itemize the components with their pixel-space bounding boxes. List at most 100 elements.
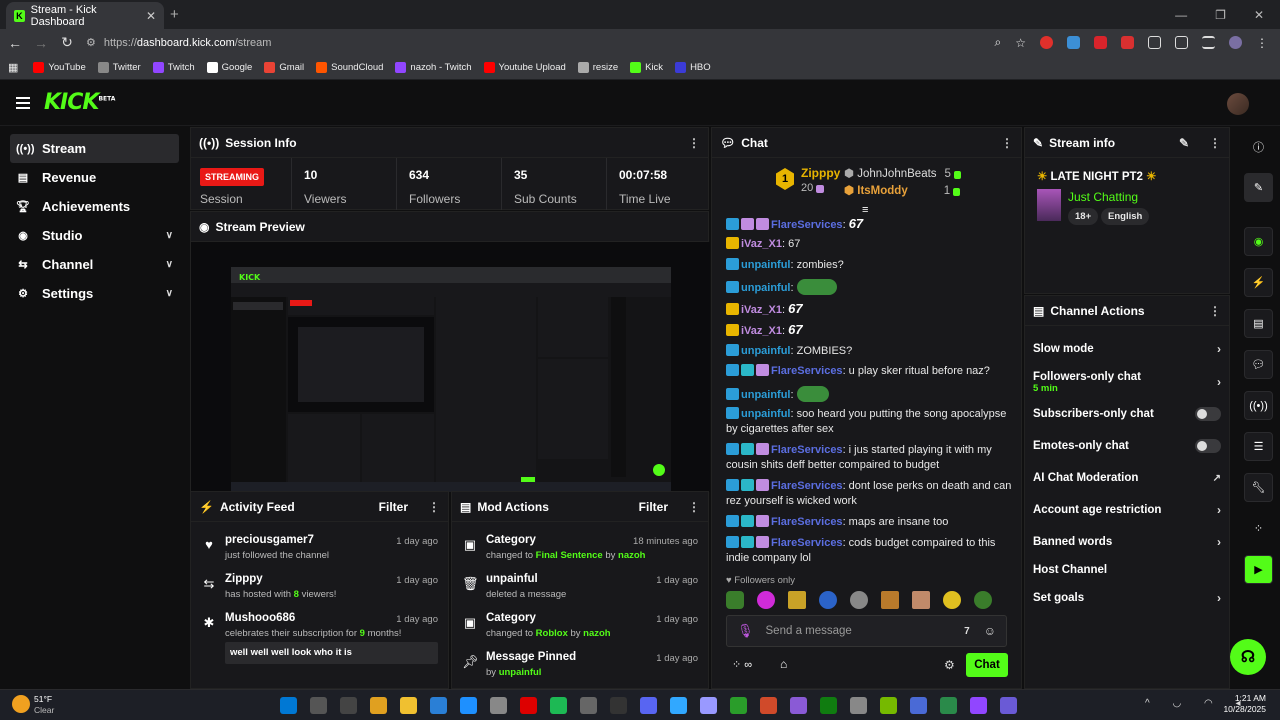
clip-icon[interactable]: ▶ bbox=[1244, 555, 1273, 584]
activity-user[interactable]: preciousgamer7 bbox=[225, 534, 314, 546]
more-options-icon[interactable]: ⋮ bbox=[1209, 304, 1221, 318]
mod-action-category[interactable]: Final Sentence bbox=[536, 550, 603, 561]
info-icon[interactable]: ⓘ bbox=[1244, 132, 1273, 161]
profile-avatar[interactable] bbox=[1229, 36, 1242, 49]
emoji-icon[interactable]: ☺ bbox=[984, 624, 996, 638]
bookmark-5[interactable]: SoundCloud bbox=[311, 62, 388, 73]
chat-username[interactable]: FlareServices bbox=[771, 480, 843, 492]
mod-action-user[interactable]: unpainful bbox=[499, 667, 542, 678]
close-tab-icon[interactable]: ✕ bbox=[146, 9, 156, 23]
edit-icon[interactable]: ✎ bbox=[1179, 136, 1189, 150]
ai-moderation-row[interactable]: AI Chat Moderation ↗ bbox=[1033, 464, 1221, 492]
chat-username[interactable]: FlareServices bbox=[771, 444, 843, 456]
category-name[interactable]: Just Chatting bbox=[1068, 190, 1138, 204]
followers-only-row[interactable]: Followers-only chat 5 min › bbox=[1033, 367, 1221, 397]
bolt-icon[interactable]: ⚡ bbox=[1244, 268, 1273, 297]
emote-icon[interactable] bbox=[788, 591, 806, 609]
chat-icon[interactable]: 💬︎ bbox=[1244, 350, 1273, 379]
chat-input[interactable]: 🎙︎ Send a message 7 ☺ bbox=[726, 615, 1007, 647]
emote-icon[interactable] bbox=[726, 591, 744, 609]
more-options-icon[interactable]: ⋮ bbox=[688, 136, 700, 150]
bookmark-3[interactable]: Google bbox=[202, 62, 258, 73]
apps-grid-icon[interactable]: ▦ bbox=[8, 61, 18, 74]
extension-icon[interactable] bbox=[1040, 36, 1053, 49]
set-goals-row[interactable]: Set goals › bbox=[1033, 584, 1221, 612]
emote-icon[interactable] bbox=[943, 591, 961, 609]
emote-icon[interactable] bbox=[881, 591, 899, 609]
taskbar-app-icon[interactable] bbox=[880, 697, 897, 714]
chat-username[interactable]: unpainful bbox=[741, 259, 791, 271]
chat-username[interactable]: FlareServices bbox=[771, 365, 843, 377]
sidebar-item-settings[interactable]: ⚙ Settings ∨ bbox=[10, 279, 179, 308]
camera-icon[interactable]: ◉ bbox=[1244, 227, 1273, 256]
sidebar-item-achievements[interactable]: 🏆︎ Achievements bbox=[10, 192, 179, 221]
extension-icon[interactable] bbox=[1121, 36, 1134, 49]
bookmark-9[interactable]: Kick bbox=[625, 62, 668, 73]
emote-icon[interactable] bbox=[757, 591, 775, 609]
chat-username[interactable]: FlareServices bbox=[771, 516, 843, 528]
top-gifter-name[interactable]: Zipppy bbox=[801, 166, 840, 180]
subscribers-only-toggle[interactable] bbox=[1195, 407, 1221, 421]
sidebar-item-revenue[interactable]: ▤ Revenue bbox=[10, 163, 179, 192]
back-icon[interactable]: ← bbox=[2, 35, 28, 51]
mod-action-category[interactable]: Roblox bbox=[536, 628, 568, 639]
mod-filter-button[interactable]: Filter bbox=[639, 500, 668, 514]
bookmark-1[interactable]: Twitter bbox=[93, 62, 146, 73]
chat-username[interactable]: unpainful bbox=[741, 389, 791, 401]
clock-date[interactable]: 10/28/2025 bbox=[1220, 704, 1266, 714]
minimize-icon[interactable]: — bbox=[1175, 8, 1187, 22]
browser-menu-icon[interactable]: ⋮ bbox=[1256, 36, 1268, 50]
extensions-puzzle-icon[interactable] bbox=[1148, 36, 1161, 49]
maximize-icon[interactable]: ❐ bbox=[1215, 8, 1226, 22]
support-headset-icon[interactable]: ☊ bbox=[1230, 639, 1266, 675]
sidepanel-icon[interactable] bbox=[1175, 36, 1188, 49]
filter-lines-icon[interactable]: ≡ bbox=[862, 204, 868, 216]
taskbar-app-icon[interactable] bbox=[370, 697, 387, 714]
sidebar-item-channel[interactable]: ⇆ Channel ∨ bbox=[10, 250, 179, 279]
taskbar-app-icon[interactable] bbox=[640, 697, 657, 714]
reload-icon[interactable]: ↻ bbox=[54, 34, 80, 51]
emote-icon[interactable] bbox=[850, 591, 868, 609]
taskbar-app-icon[interactable] bbox=[490, 697, 507, 714]
taskbar-app-icon[interactable] bbox=[310, 697, 327, 714]
taskbar-app-icon[interactable] bbox=[520, 697, 537, 714]
category-thumbnail[interactable] bbox=[1037, 189, 1061, 221]
chat-username[interactable]: iVaz_X1 bbox=[741, 325, 782, 337]
more-options-icon[interactable]: ⋮ bbox=[428, 500, 440, 514]
zoom-icon[interactable]: ⌕ bbox=[995, 35, 1002, 50]
microphone-icon[interactable]: 🎙︎ bbox=[737, 623, 754, 639]
activity-filter-button[interactable]: Filter bbox=[379, 500, 408, 514]
sidebar-item-studio[interactable]: ◉ Studio ∨ bbox=[10, 221, 179, 250]
host-channel-row[interactable]: Host Channel bbox=[1033, 556, 1221, 584]
url-field[interactable]: ⚙ https://dashboard.kick.com/stream bbox=[86, 36, 271, 50]
bookmark-4[interactable]: Gmail bbox=[259, 62, 309, 73]
taskbar-app-icon[interactable] bbox=[700, 697, 717, 714]
points-icon[interactable]: ⁘ bbox=[1244, 514, 1273, 543]
taskbar-app-icon[interactable] bbox=[670, 697, 687, 714]
mod-action-user[interactable]: nazoh bbox=[618, 550, 645, 561]
taskbar-app-icon[interactable] bbox=[580, 697, 597, 714]
bookmark-2[interactable]: Twitch bbox=[148, 62, 200, 73]
chat-username[interactable]: unpainful bbox=[741, 345, 791, 357]
taskbar-app-icon[interactable] bbox=[730, 697, 747, 714]
activity-user[interactable]: Zipppy bbox=[225, 573, 263, 585]
gifter-name[interactable]: JohnJohnBeats bbox=[857, 168, 936, 180]
taskbar-app-icon[interactable] bbox=[610, 697, 627, 714]
chat-settings-icon[interactable]: ⚙ bbox=[944, 658, 955, 672]
more-options-icon[interactable]: ⋮ bbox=[1209, 136, 1221, 150]
chat-username[interactable]: FlareServices bbox=[771, 219, 843, 231]
taskbar-app-icon[interactable] bbox=[910, 697, 927, 714]
forward-icon[interactable]: → bbox=[28, 35, 54, 51]
taskbar-app-icon[interactable] bbox=[940, 697, 957, 714]
reading-list-icon[interactable] bbox=[1202, 36, 1215, 49]
notes-icon[interactable]: ▤ bbox=[1244, 309, 1273, 338]
slow-mode-row[interactable]: Slow mode › bbox=[1033, 335, 1221, 363]
emote-icon[interactable] bbox=[819, 591, 837, 609]
mod-action-user[interactable]: nazoh bbox=[583, 628, 610, 639]
chat-username[interactable]: unpainful bbox=[741, 408, 791, 420]
chat-username[interactable]: iVaz_X1 bbox=[741, 238, 782, 250]
bookmark-0[interactable]: YouTube bbox=[28, 62, 90, 73]
taskbar-app-icon[interactable] bbox=[550, 697, 567, 714]
user-avatar[interactable] bbox=[1227, 93, 1249, 115]
browser-tab[interactable]: K Stream - Kick Dashboard ✕ bbox=[6, 2, 164, 29]
